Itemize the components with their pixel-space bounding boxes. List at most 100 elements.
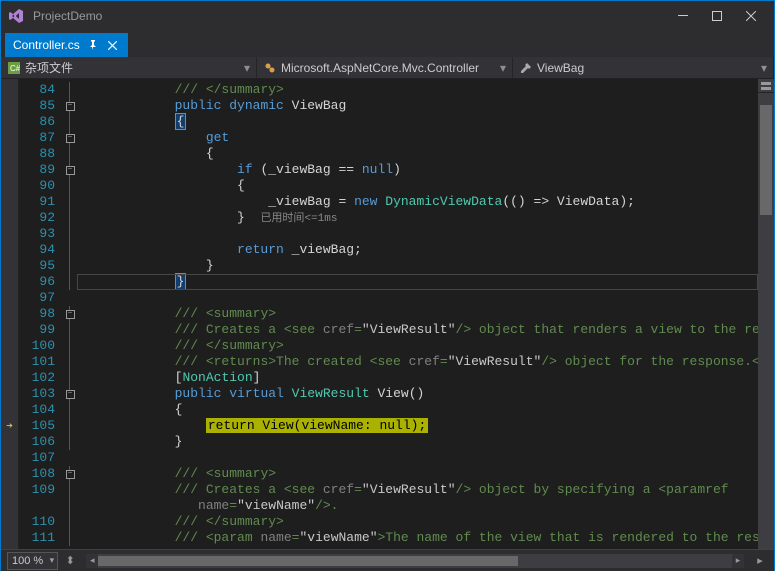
- collapse-toggle-icon[interactable]: −: [66, 390, 75, 399]
- code-line[interactable]: }: [81, 434, 758, 450]
- nav-scope-label: 杂项文件: [25, 59, 73, 76]
- line-number: 87: [19, 130, 55, 146]
- code-line[interactable]: [81, 226, 758, 242]
- code-line[interactable]: /// Creates a <see cref="ViewResult"/> o…: [81, 322, 758, 338]
- tab-controller-cs[interactable]: Controller.cs: [5, 33, 128, 57]
- line-number: 86: [19, 114, 55, 130]
- nav-scope-dropdown[interactable]: C# 杂项文件 ▾: [1, 57, 257, 78]
- scroll-right-arrow[interactable]: ▸: [732, 554, 744, 568]
- code-line[interactable]: [81, 450, 758, 466]
- window-title: ProjectDemo: [33, 9, 102, 23]
- line-number: 110: [19, 514, 55, 530]
- scroll-left-arrow[interactable]: ◂: [86, 554, 98, 568]
- line-number: 101: [19, 354, 55, 370]
- glyph-margin: ➔: [1, 79, 19, 549]
- nav-back-icon[interactable]: ⬍: [62, 553, 78, 569]
- tab-bar: Controller.cs: [1, 31, 774, 57]
- collapse-toggle-icon[interactable]: −: [66, 310, 75, 319]
- close-button[interactable]: [734, 3, 768, 29]
- line-number: 100: [19, 338, 55, 354]
- split-editor-icon[interactable]: [758, 79, 774, 93]
- code-line[interactable]: [NonAction]: [81, 370, 758, 386]
- chevron-down-icon: ▾: [500, 61, 506, 75]
- line-number: 108: [19, 466, 55, 482]
- code-line[interactable]: /// <returns>The created <see cref="View…: [81, 354, 758, 370]
- code-line[interactable]: public virtual ViewResult View(): [81, 386, 758, 402]
- code-line[interactable]: return _viewBag;: [81, 242, 758, 258]
- nav-class-dropdown[interactable]: Microsoft.AspNetCore.Mvc.Controller ▾: [257, 57, 513, 78]
- code-line[interactable]: /// </summary>: [81, 82, 758, 98]
- code-line[interactable]: {: [81, 178, 758, 194]
- code-line[interactable]: /// Creates a <see cref="ViewResult"/> o…: [81, 482, 758, 498]
- code-line[interactable]: {: [81, 114, 758, 130]
- code-line[interactable]: if (_viewBag == null): [81, 162, 758, 178]
- line-number: 97: [19, 290, 55, 306]
- close-icon[interactable]: [106, 38, 120, 52]
- title-bar: ProjectDemo: [1, 1, 774, 31]
- line-number: 98: [19, 306, 55, 322]
- outlining-margin[interactable]: − − − − − −: [63, 79, 77, 549]
- line-number: 85: [19, 98, 55, 114]
- code-line[interactable]: }: [81, 258, 758, 274]
- horizontal-scrollbar[interactable]: ◂ ▸: [86, 554, 744, 568]
- collapse-toggle-icon[interactable]: −: [66, 470, 75, 479]
- code-line[interactable]: public dynamic ViewBag: [81, 98, 758, 114]
- line-number: 93: [19, 226, 55, 242]
- svg-text:C#: C#: [10, 64, 20, 73]
- line-number: 88: [19, 146, 55, 162]
- status-bar: 100 % ⬍ ◂ ▸ ▸: [1, 549, 774, 571]
- nav-member-label: ViewBag: [537, 61, 584, 75]
- maximize-button[interactable]: [700, 3, 734, 29]
- tab-label: Controller.cs: [13, 38, 80, 52]
- code-line[interactable]: }: [81, 274, 758, 290]
- code-line[interactable]: /// <param name="viewName">The name of t…: [81, 530, 758, 546]
- line-number: [19, 498, 55, 514]
- code-line[interactable]: } 已用时间<=1ms: [81, 210, 758, 226]
- code-line[interactable]: /// <summary>: [81, 466, 758, 482]
- collapse-toggle-icon[interactable]: −: [66, 134, 75, 143]
- pin-icon[interactable]: [86, 38, 100, 52]
- code-editor[interactable]: ➔ 84858687888990919293949596979899100101…: [1, 79, 774, 549]
- code-line[interactable]: {: [81, 402, 758, 418]
- line-number: 94: [19, 242, 55, 258]
- collapse-toggle-icon[interactable]: −: [66, 102, 75, 111]
- line-number-gutter: 8485868788899091929394959697989910010110…: [19, 79, 63, 549]
- line-number: 92: [19, 210, 55, 226]
- code-line[interactable]: {: [81, 146, 758, 162]
- vs-logo-icon: [7, 7, 25, 25]
- navigation-bar: C# 杂项文件 ▾ Microsoft.AspNetCore.Mvc.Contr…: [1, 57, 774, 79]
- zoom-dropdown[interactable]: 100 %: [7, 552, 58, 570]
- code-line[interactable]: return View(viewName: null);: [81, 418, 758, 434]
- line-number: 104: [19, 402, 55, 418]
- code-line[interactable]: /// </summary>: [81, 514, 758, 530]
- code-line[interactable]: get: [81, 130, 758, 146]
- line-number: 95: [19, 258, 55, 274]
- nav-forward-icon[interactable]: ▸: [752, 553, 768, 569]
- collapse-toggle-icon[interactable]: −: [66, 166, 75, 175]
- nav-member-dropdown[interactable]: ViewBag ▾: [513, 57, 774, 78]
- line-number: 109: [19, 482, 55, 498]
- code-line[interactable]: /// </summary>: [81, 338, 758, 354]
- chevron-down-icon: ▾: [761, 61, 767, 75]
- line-number: 96: [19, 274, 55, 290]
- scrollbar-thumb[interactable]: [98, 556, 518, 566]
- code-content[interactable]: /// </summary> public dynamic ViewBag { …: [77, 79, 758, 549]
- code-line[interactable]: _viewBag = new DynamicViewData(() => Vie…: [81, 194, 758, 210]
- csharp-icon: C#: [7, 61, 21, 75]
- scrollbar-thumb[interactable]: [760, 105, 772, 215]
- nav-class-label: Microsoft.AspNetCore.Mvc.Controller: [281, 61, 479, 75]
- line-number: 105: [19, 418, 55, 434]
- line-number: 89: [19, 162, 55, 178]
- chevron-down-icon: ▾: [244, 61, 250, 75]
- minimize-button[interactable]: [666, 3, 700, 29]
- property-icon: [519, 61, 533, 75]
- line-number: 84: [19, 82, 55, 98]
- code-line[interactable]: [81, 290, 758, 306]
- code-line[interactable]: name="viewName"/>.: [81, 498, 758, 514]
- line-number: 111: [19, 530, 55, 546]
- codelens-hint[interactable]: 已用时间<=1ms: [260, 213, 337, 225]
- vertical-scrollbar[interactable]: [758, 79, 774, 549]
- line-number: 103: [19, 386, 55, 402]
- code-line[interactable]: /// <summary>: [81, 306, 758, 322]
- class-icon: [263, 61, 277, 75]
